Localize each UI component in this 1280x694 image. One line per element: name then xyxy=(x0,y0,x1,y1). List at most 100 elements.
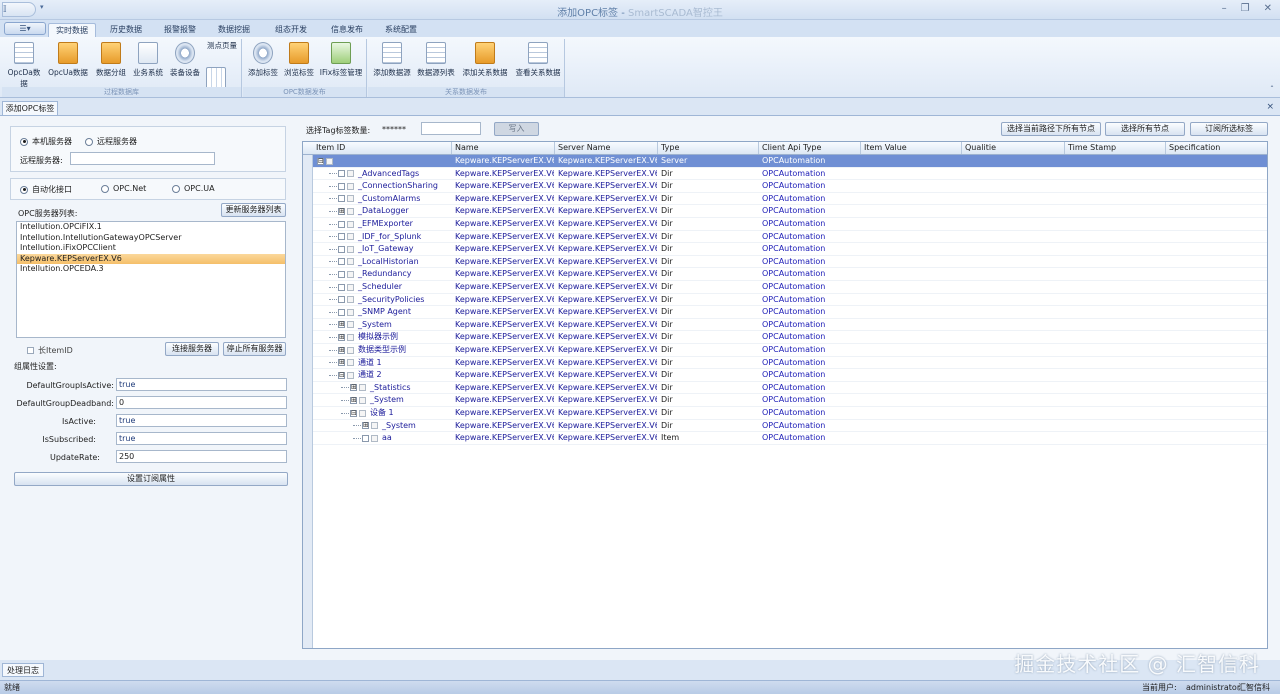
cell-item-id[interactable]: _SecurityPolicies xyxy=(329,294,457,306)
tab-history[interactable]: 历史数据 xyxy=(102,23,150,37)
stop-all-servers-button[interactable]: 停止所有服务器 xyxy=(223,342,286,356)
subscribe-selected-button[interactable]: 订阅所选标签 xyxy=(1190,122,1268,136)
cell-item-id[interactable]: _LocalHistorian xyxy=(329,256,457,268)
close-icon[interactable]: ✕ xyxy=(1264,3,1272,14)
view-relation-data-button[interactable]: 查看关系数据 xyxy=(512,40,564,86)
list-item[interactable]: Intellution.IntellutionGatewayOPCServer xyxy=(17,233,285,244)
table-row[interactable]: _SecurityPolicies Kepware.KEPServerEX.V6 K… xyxy=(313,294,1267,307)
table-row[interactable]: _LocalHistorian Kepware.KEPServerEX.V6 Kep… xyxy=(313,256,1267,269)
expand-toggle-icon[interactable]: ⊟ xyxy=(338,371,345,379)
col-type[interactable]: Type xyxy=(658,142,759,154)
doc-tab-add-opc[interactable]: 添加OPC标签 xyxy=(2,101,58,115)
table-row[interactable]: _EFMExporter Kepware.KEPServerEX.V6 Kepwar… xyxy=(313,218,1267,231)
cell-item-id[interactable]: ⊞ _System xyxy=(329,319,457,331)
cell-item-id[interactable]: _ConnectionSharing xyxy=(329,180,457,192)
cell-item-id[interactable]: _Scheduler xyxy=(329,281,457,293)
app-menu-button[interactable]: ☰▾ xyxy=(4,22,46,35)
server-list[interactable]: Intellution.OPCiFIX.1 Intellution.Intell… xyxy=(16,221,286,338)
table-row[interactable]: ⊟ Kepware.KEPServerEX.V6 Kepware.KEPServer… xyxy=(313,155,1267,168)
cell-item-id[interactable]: _AdvancedTags xyxy=(329,168,457,180)
col-item-value[interactable]: Item Value xyxy=(861,142,962,154)
cell-item-id[interactable]: ⊟ 通道 2 xyxy=(329,369,457,381)
col-item-id[interactable]: Item ID xyxy=(313,142,452,154)
equipment-button[interactable]: 装备设备 xyxy=(166,40,204,86)
ribbon-collapse-icon[interactable]: ˆ xyxy=(1270,85,1274,94)
table-row[interactable]: _SNMP Agent Kepware.KEPServerEX.V6 Kepware… xyxy=(313,306,1267,319)
tab-process-log[interactable]: 处理日志 xyxy=(2,663,44,677)
table-row[interactable]: _AdvancedTags Kepware.KEPServerEX.V6 Kepwa… xyxy=(313,168,1267,181)
cell-item-id[interactable]: ⊟ 设备 1 xyxy=(341,407,457,419)
import-button[interactable]: 写入 xyxy=(494,122,539,136)
expand-toggle-icon[interactable]: ⊞ xyxy=(338,333,345,341)
list-item-selected[interactable]: Kepware.KEPServerEX.V6 xyxy=(17,253,285,264)
col-client-api-type[interactable]: Client Api Type xyxy=(759,142,861,154)
set-subscribe-props-button[interactable]: 设置订阅属性 xyxy=(14,472,288,486)
expand-toggle-icon[interactable]: ⊞ xyxy=(338,359,345,367)
measure-point-button[interactable]: 测点页量 xyxy=(204,40,240,89)
table-row[interactable]: _IDF_for_Splunk Kepware.KEPServerEX.V6 Kep… xyxy=(313,231,1267,244)
opcda-data-button[interactable]: OpcDa数据 xyxy=(4,40,44,88)
table-row[interactable]: ⊞ 模拟器示例 Kepware.KEPServerEX.V6 Kepware.KEPS… xyxy=(313,331,1267,344)
cell-item-id[interactable]: ⊞ _System xyxy=(341,394,457,406)
table-row[interactable]: _Redundancy Kepware.KEPServerEX.V6 Kepware… xyxy=(313,268,1267,281)
remote-server-input[interactable] xyxy=(70,152,215,165)
table-row[interactable]: _CustomAlarms Kepware.KEPServerEX.V6 Kepwa… xyxy=(313,193,1267,206)
cell-item-id[interactable]: ⊟ xyxy=(317,155,457,167)
list-item[interactable]: Intellution.OPCEDA.3 xyxy=(17,264,285,275)
select-all-nodes-button[interactable]: 选择所有节点 xyxy=(1105,122,1185,136)
table-row[interactable]: ⊞ _System Kepware.KEPServerEX.V6 Kepware.KE… xyxy=(313,420,1267,433)
datasource-list-button[interactable]: 数据源列表 xyxy=(414,40,458,86)
cell-item-id[interactable]: ⊞ _DataLogger xyxy=(329,205,457,217)
table-row[interactable]: ⊟ 设备 1 Kepware.KEPServerEX.V6 Kepware.KEPSe… xyxy=(313,407,1267,420)
col-time-stamp[interactable]: Time Stamp xyxy=(1065,142,1166,154)
cell-item-id[interactable]: _SNMP Agent xyxy=(329,306,457,318)
col-specification[interactable]: Specification xyxy=(1166,142,1267,154)
default-group-active-field[interactable]: true xyxy=(116,378,287,391)
doc-close-icon[interactable]: × xyxy=(1266,102,1274,112)
expand-toggle-icon[interactable]: ⊞ xyxy=(350,384,357,392)
add-datasource-button[interactable]: 添加数据源 xyxy=(370,40,414,86)
tab-realtime[interactable]: 实时数据 xyxy=(48,23,96,37)
cell-item-id[interactable]: ⊞ 数据类型示例 xyxy=(329,344,457,356)
radio-local-server[interactable]: 本机服务器 xyxy=(20,136,72,147)
add-relation-data-button[interactable]: 添加关系数据 xyxy=(458,40,512,86)
tag-grid[interactable]: Item ID Name Server Name Type Client Api… xyxy=(302,141,1268,649)
cell-item-id[interactable]: ⊞ _System xyxy=(353,420,457,432)
radio-remote-server[interactable]: 远程服务器 xyxy=(85,136,137,147)
restore-icon[interactable]: ❐ xyxy=(1241,3,1250,14)
table-row[interactable]: ⊟ 通道 2 Kepware.KEPServerEX.V6 Kepware.KEPSe… xyxy=(313,369,1267,382)
add-tag-button[interactable]: 添加标签 xyxy=(245,40,281,86)
select-path-nodes-button[interactable]: 选择当前路径下所有节点 xyxy=(1001,122,1101,136)
long-itemid-checkbox[interactable]: 长ItemID xyxy=(27,345,73,356)
col-server-name[interactable]: Server Name xyxy=(555,142,658,154)
refresh-servers-button[interactable]: 更新服务器列表 xyxy=(221,203,286,217)
tab-system[interactable]: 系统配置 xyxy=(374,23,428,37)
expand-toggle-icon[interactable]: ⊞ xyxy=(338,346,345,354)
expand-toggle-icon[interactable]: ⊞ xyxy=(338,321,345,329)
cell-item-id[interactable]: _IDF_for_Splunk xyxy=(329,231,457,243)
radio-automation[interactable]: 自动化接口 xyxy=(20,184,72,195)
table-row[interactable]: _Scheduler Kepware.KEPServerEX.V6 Kepware.… xyxy=(313,281,1267,294)
tab-mining[interactable]: 数据挖掘 xyxy=(210,23,258,37)
tab-publish[interactable]: 信息发布 xyxy=(320,23,374,37)
data-group-button[interactable]: 数据分组 xyxy=(92,40,130,86)
is-active-field[interactable]: true xyxy=(116,414,287,427)
opcua-data-button[interactable]: OpcUa数据 xyxy=(48,40,88,86)
table-row[interactable]: ⊞ _DataLogger Kepware.KEPServerEX.V6 Kepwar… xyxy=(313,205,1267,218)
table-row[interactable]: ⊞ 数据类型示例 Kepware.KEPServerEX.V6 Kepware.KEP… xyxy=(313,344,1267,357)
cell-item-id[interactable]: ⊞ 模拟器示例 xyxy=(329,331,457,343)
table-row[interactable]: ⊞ 通道 1 Kepware.KEPServerEX.V6 Kepware.KEPSe… xyxy=(313,357,1267,370)
list-item[interactable]: Intellution.OPCiFIX.1 xyxy=(17,222,285,233)
tab-alarm[interactable]: 报警报警 xyxy=(156,23,204,37)
col-name[interactable]: Name xyxy=(452,142,555,154)
deadband-field[interactable]: 0 xyxy=(116,396,287,409)
connect-server-button[interactable]: 连接服务器 xyxy=(165,342,219,356)
table-row[interactable]: ⊞ _Statistics Kepware.KEPServerEX.V6 Kepwar… xyxy=(313,382,1267,395)
browse-tag-button[interactable]: 浏览标签 xyxy=(281,40,317,86)
import-input[interactable] xyxy=(421,122,481,135)
minimize-icon[interactable]: – xyxy=(1222,3,1227,14)
cell-item-id[interactable]: aa xyxy=(353,432,457,444)
table-row[interactable]: _IoT_Gateway Kepware.KEPServerEX.V6 Kepwar… xyxy=(313,243,1267,256)
expand-toggle-icon[interactable]: ⊟ xyxy=(317,157,324,165)
radio-opcua[interactable]: OPC.UA xyxy=(172,184,215,193)
